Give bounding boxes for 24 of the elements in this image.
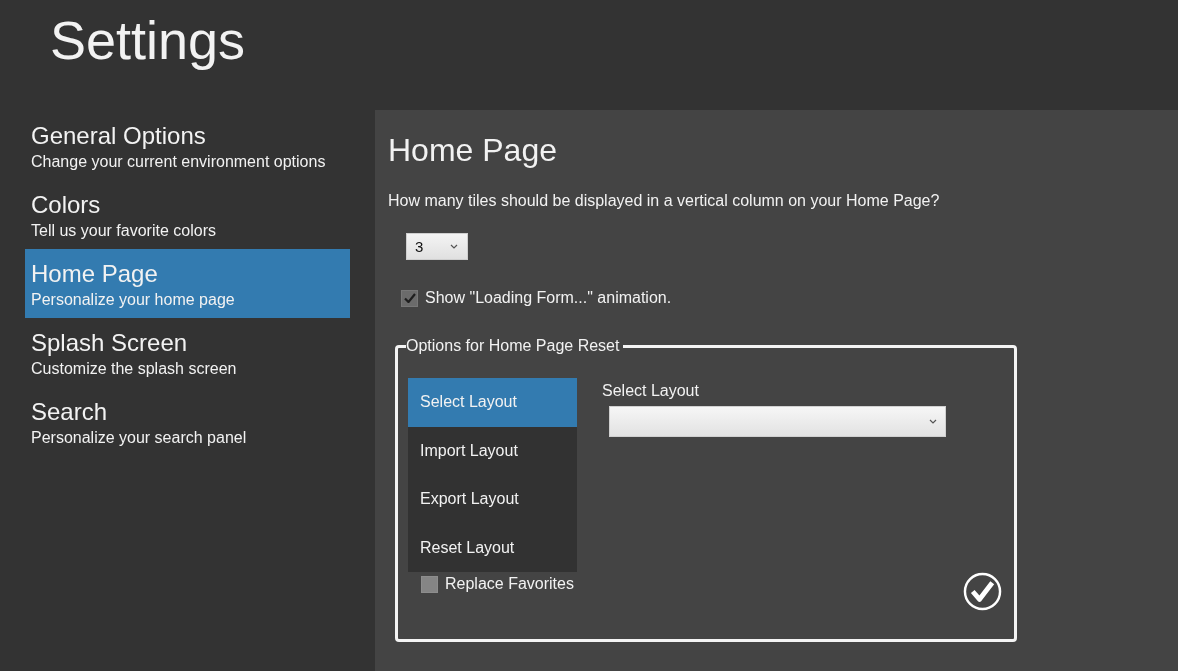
checkbox-label: Replace Favorites — [445, 574, 574, 594]
action-item[interactable]: Import Layout — [408, 426, 577, 475]
tiles-dropdown[interactable]: 3 — [406, 233, 468, 260]
checkbox[interactable] — [401, 289, 418, 307]
check-circle-icon — [963, 572, 1002, 611]
sidebar-item[interactable]: Search Personalize your search panel — [25, 387, 350, 456]
chevron-down-icon — [450, 244, 458, 249]
group-legend: Options for Home Page Reset — [406, 336, 624, 356]
field-label: Select Layout — [602, 381, 699, 401]
chevron-down-icon — [929, 419, 937, 424]
sidebar-item[interactable]: Splash Screen Customize the splash screen — [25, 318, 350, 387]
section-heading: Home Page — [388, 131, 557, 170]
page-title: Settings — [50, 9, 246, 72]
sidebar-item[interactable]: Home Page Personalize your home page — [25, 249, 350, 318]
sidebar-item[interactable]: General Options Change your current environment options — [25, 111, 350, 180]
sidebar-item[interactable]: Colors Tell us your favorite colors — [25, 180, 350, 249]
action-item[interactable]: Export Layout — [408, 475, 577, 524]
checkbox[interactable] — [421, 575, 438, 593]
action-item[interactable]: Reset Layout — [408, 523, 577, 572]
apply-button[interactable] — [963, 572, 1002, 611]
checkmark-icon — [403, 293, 416, 303]
checkbox-label: Show "Loading Form..." animation. — [425, 288, 672, 308]
question-text: How many tiles should be displayed in a vertical column on your Home Page? — [388, 191, 940, 211]
action-item[interactable]: Select Layout — [408, 378, 577, 427]
